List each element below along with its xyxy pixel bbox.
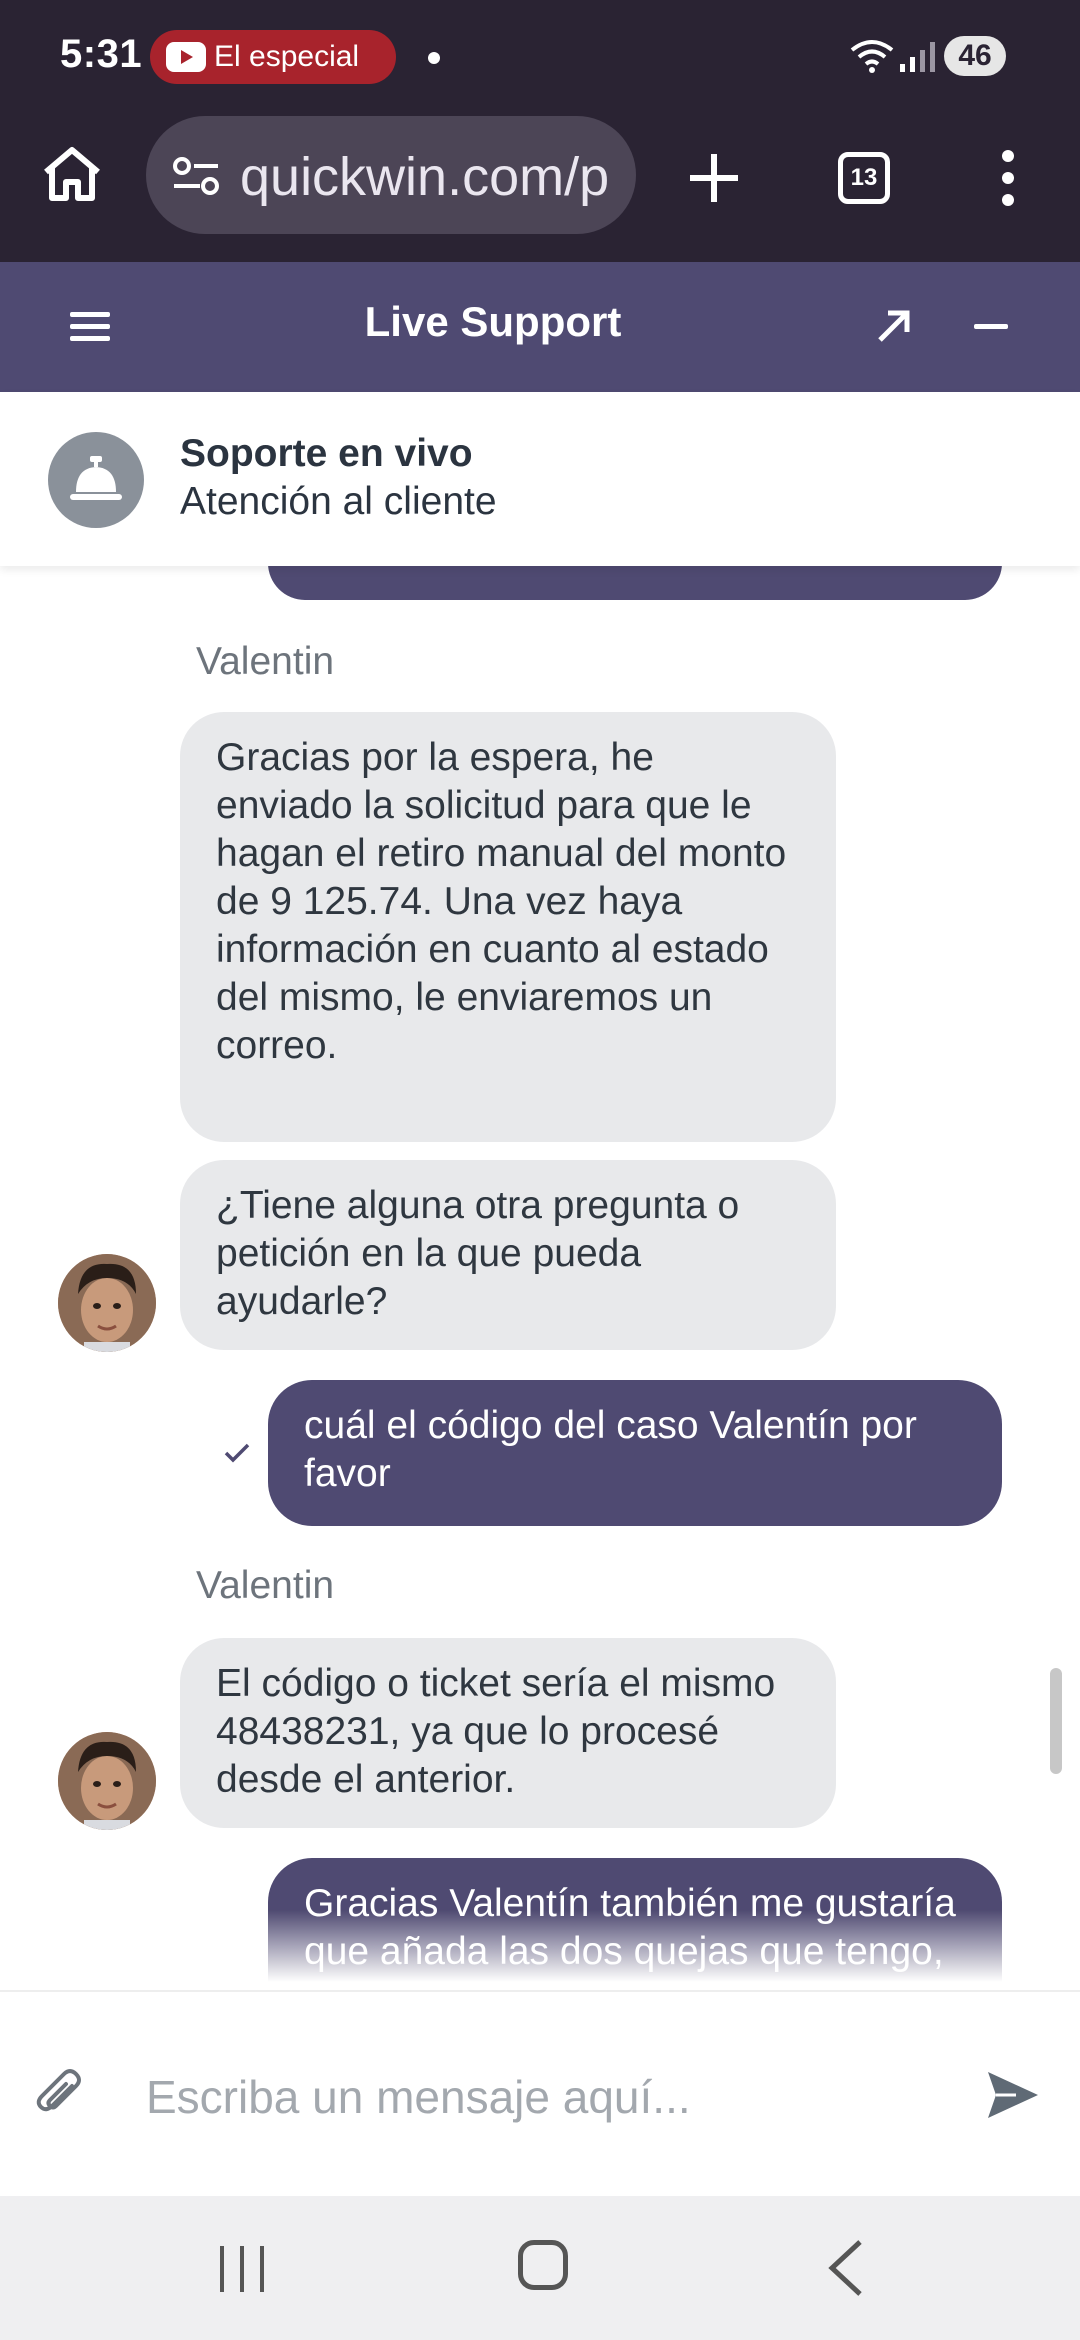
system-navigation-bar: [0, 2196, 1080, 2340]
read-checkmark-icon: [224, 1443, 250, 1463]
battery-indicator: 46: [944, 36, 1006, 76]
agent-message-bubble: ¿Tiene alguna otra pregunta o petición e…: [180, 1160, 836, 1350]
status-time: 5:31: [60, 32, 143, 76]
user-message-text: cuál el código del caso Valentín por fav…: [304, 1404, 917, 1495]
agent-avatar-photo: [58, 1254, 156, 1352]
popout-arrow-icon[interactable]: [876, 308, 912, 344]
message-composer: [0, 1990, 1080, 2196]
more-options-icon[interactable]: [996, 148, 1020, 208]
wifi-icon: [850, 40, 894, 73]
recent-apps-icon[interactable]: [218, 2244, 266, 2294]
message-fade-overlay: [0, 1910, 1080, 1990]
agent-subtitle: Atención al cliente: [180, 480, 497, 523]
agent-message-bubble: Gracias por la espera, he enviado la sol…: [180, 712, 836, 1142]
chat-scrollbar[interactable]: [1050, 1668, 1062, 1774]
agent-info-bar: Soporte en vivo Atención al cliente: [0, 392, 1080, 566]
send-icon[interactable]: [986, 2070, 1040, 2120]
chat-messages[interactable]: Valentin Gracias por la espera, he envia…: [0, 566, 1080, 1990]
signal-icon: [900, 42, 935, 72]
status-bar: 5:31 El especial 46: [0, 0, 1080, 112]
new-tab-icon[interactable]: [686, 150, 742, 206]
user-message-bubble: cuál el código del caso Valentín por fav…: [268, 1380, 1002, 1526]
agent-message-bubble: El código o ticket sería el mismo 484382…: [180, 1638, 836, 1828]
url-text: quickwin.com/p: [240, 147, 610, 207]
agent-face-image: [58, 1732, 156, 1830]
browser-toolbar: quickwin.com/p 13: [0, 112, 1080, 262]
agent-title: Soporte en vivo: [180, 432, 473, 475]
user-message-bubble: [268, 566, 1002, 600]
service-bell-icon: [70, 456, 122, 500]
site-settings-icon[interactable]: [172, 156, 222, 196]
widget-title: Live Support: [364, 298, 622, 345]
minimize-icon[interactable]: [974, 324, 1008, 329]
sender-name: Valentin: [196, 1564, 335, 1607]
agent-message-text: El código o ticket sería el mismo 484382…: [216, 1662, 776, 1801]
back-icon[interactable]: [828, 2240, 864, 2296]
agent-avatar: [48, 432, 144, 528]
notification-dot: [428, 52, 440, 64]
home-icon[interactable]: [40, 144, 104, 204]
agent-message-text: ¿Tiene alguna otra pregunta o petición e…: [216, 1184, 740, 1323]
message-input[interactable]: [146, 2052, 946, 2142]
agent-message-text: Gracias por la espera, he enviado la sol…: [216, 736, 787, 1067]
home-button-icon[interactable]: [518, 2240, 568, 2290]
youtube-icon: [166, 42, 206, 72]
tab-switcher-button[interactable]: 13: [838, 152, 890, 204]
agent-face-image: [58, 1254, 156, 1352]
media-notification-pill[interactable]: El especial: [150, 30, 396, 84]
sender-name: Valentin: [196, 640, 335, 683]
media-pill-label: El especial: [214, 40, 360, 73]
url-bar[interactable]: quickwin.com/p: [146, 116, 636, 234]
agent-avatar-photo: [58, 1732, 156, 1830]
chat-widget-header: Live Support: [0, 262, 1080, 392]
paperclip-icon[interactable]: [34, 2066, 84, 2122]
